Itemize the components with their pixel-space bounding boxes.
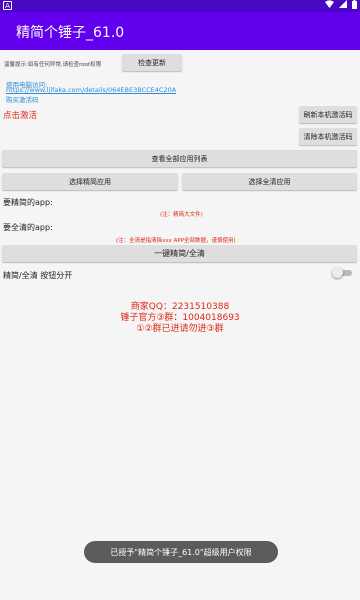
signal-icon [339,0,347,12]
separate-toggle-label: 精简/全清 按钮分开 [3,271,73,280]
select-clean-button[interactable]: 选择全清应用 [182,173,357,190]
clean-apps-label: 要全清的app: [3,223,53,232]
clean-note: (注：全清是指清除xxx APP全部数据，谨慎使用) [116,238,236,244]
battery-icon [352,0,357,13]
buy-code-text: 购买激活码 [6,96,39,104]
view-all-apps-button[interactable]: 查看全部应用列表 [2,150,357,167]
purchase-link[interactable]: https://www.ljlfaka.com/details/064EBE3B… [6,86,176,94]
slim-note: (注：精简大文件) [160,212,203,218]
app-bar: 精简个锤子_61.0 [0,12,360,50]
separate-toggle-switch[interactable] [332,267,354,278]
status-bar: A [0,0,360,12]
one-key-button[interactable]: 一键精简/全清 [2,245,357,262]
app-title: 精简个锤子_61.0 [16,25,125,41]
check-update-button[interactable]: 检查更新 [122,54,182,71]
contact-notice: ①②群已进请勿进③群 [136,324,224,334]
activate-link[interactable]: 点击激活 [3,109,37,121]
notification-icon: A [3,1,12,10]
toast-message: 已授予"精简个锤子_61.0"超级用户权限 [84,541,278,563]
refresh-code-button[interactable]: 刷新本机激活码 [299,106,357,123]
wifi-icon [325,0,334,12]
clear-code-button[interactable]: 清除本机激活码 [299,128,357,145]
switch-thumb [332,267,343,278]
select-slim-button[interactable]: 选择精简应用 [2,173,178,190]
slim-apps-label: 要精简的app: [3,198,53,207]
tip-text: 温馨提示:如有任何异常,请检查root权限 [4,62,102,68]
